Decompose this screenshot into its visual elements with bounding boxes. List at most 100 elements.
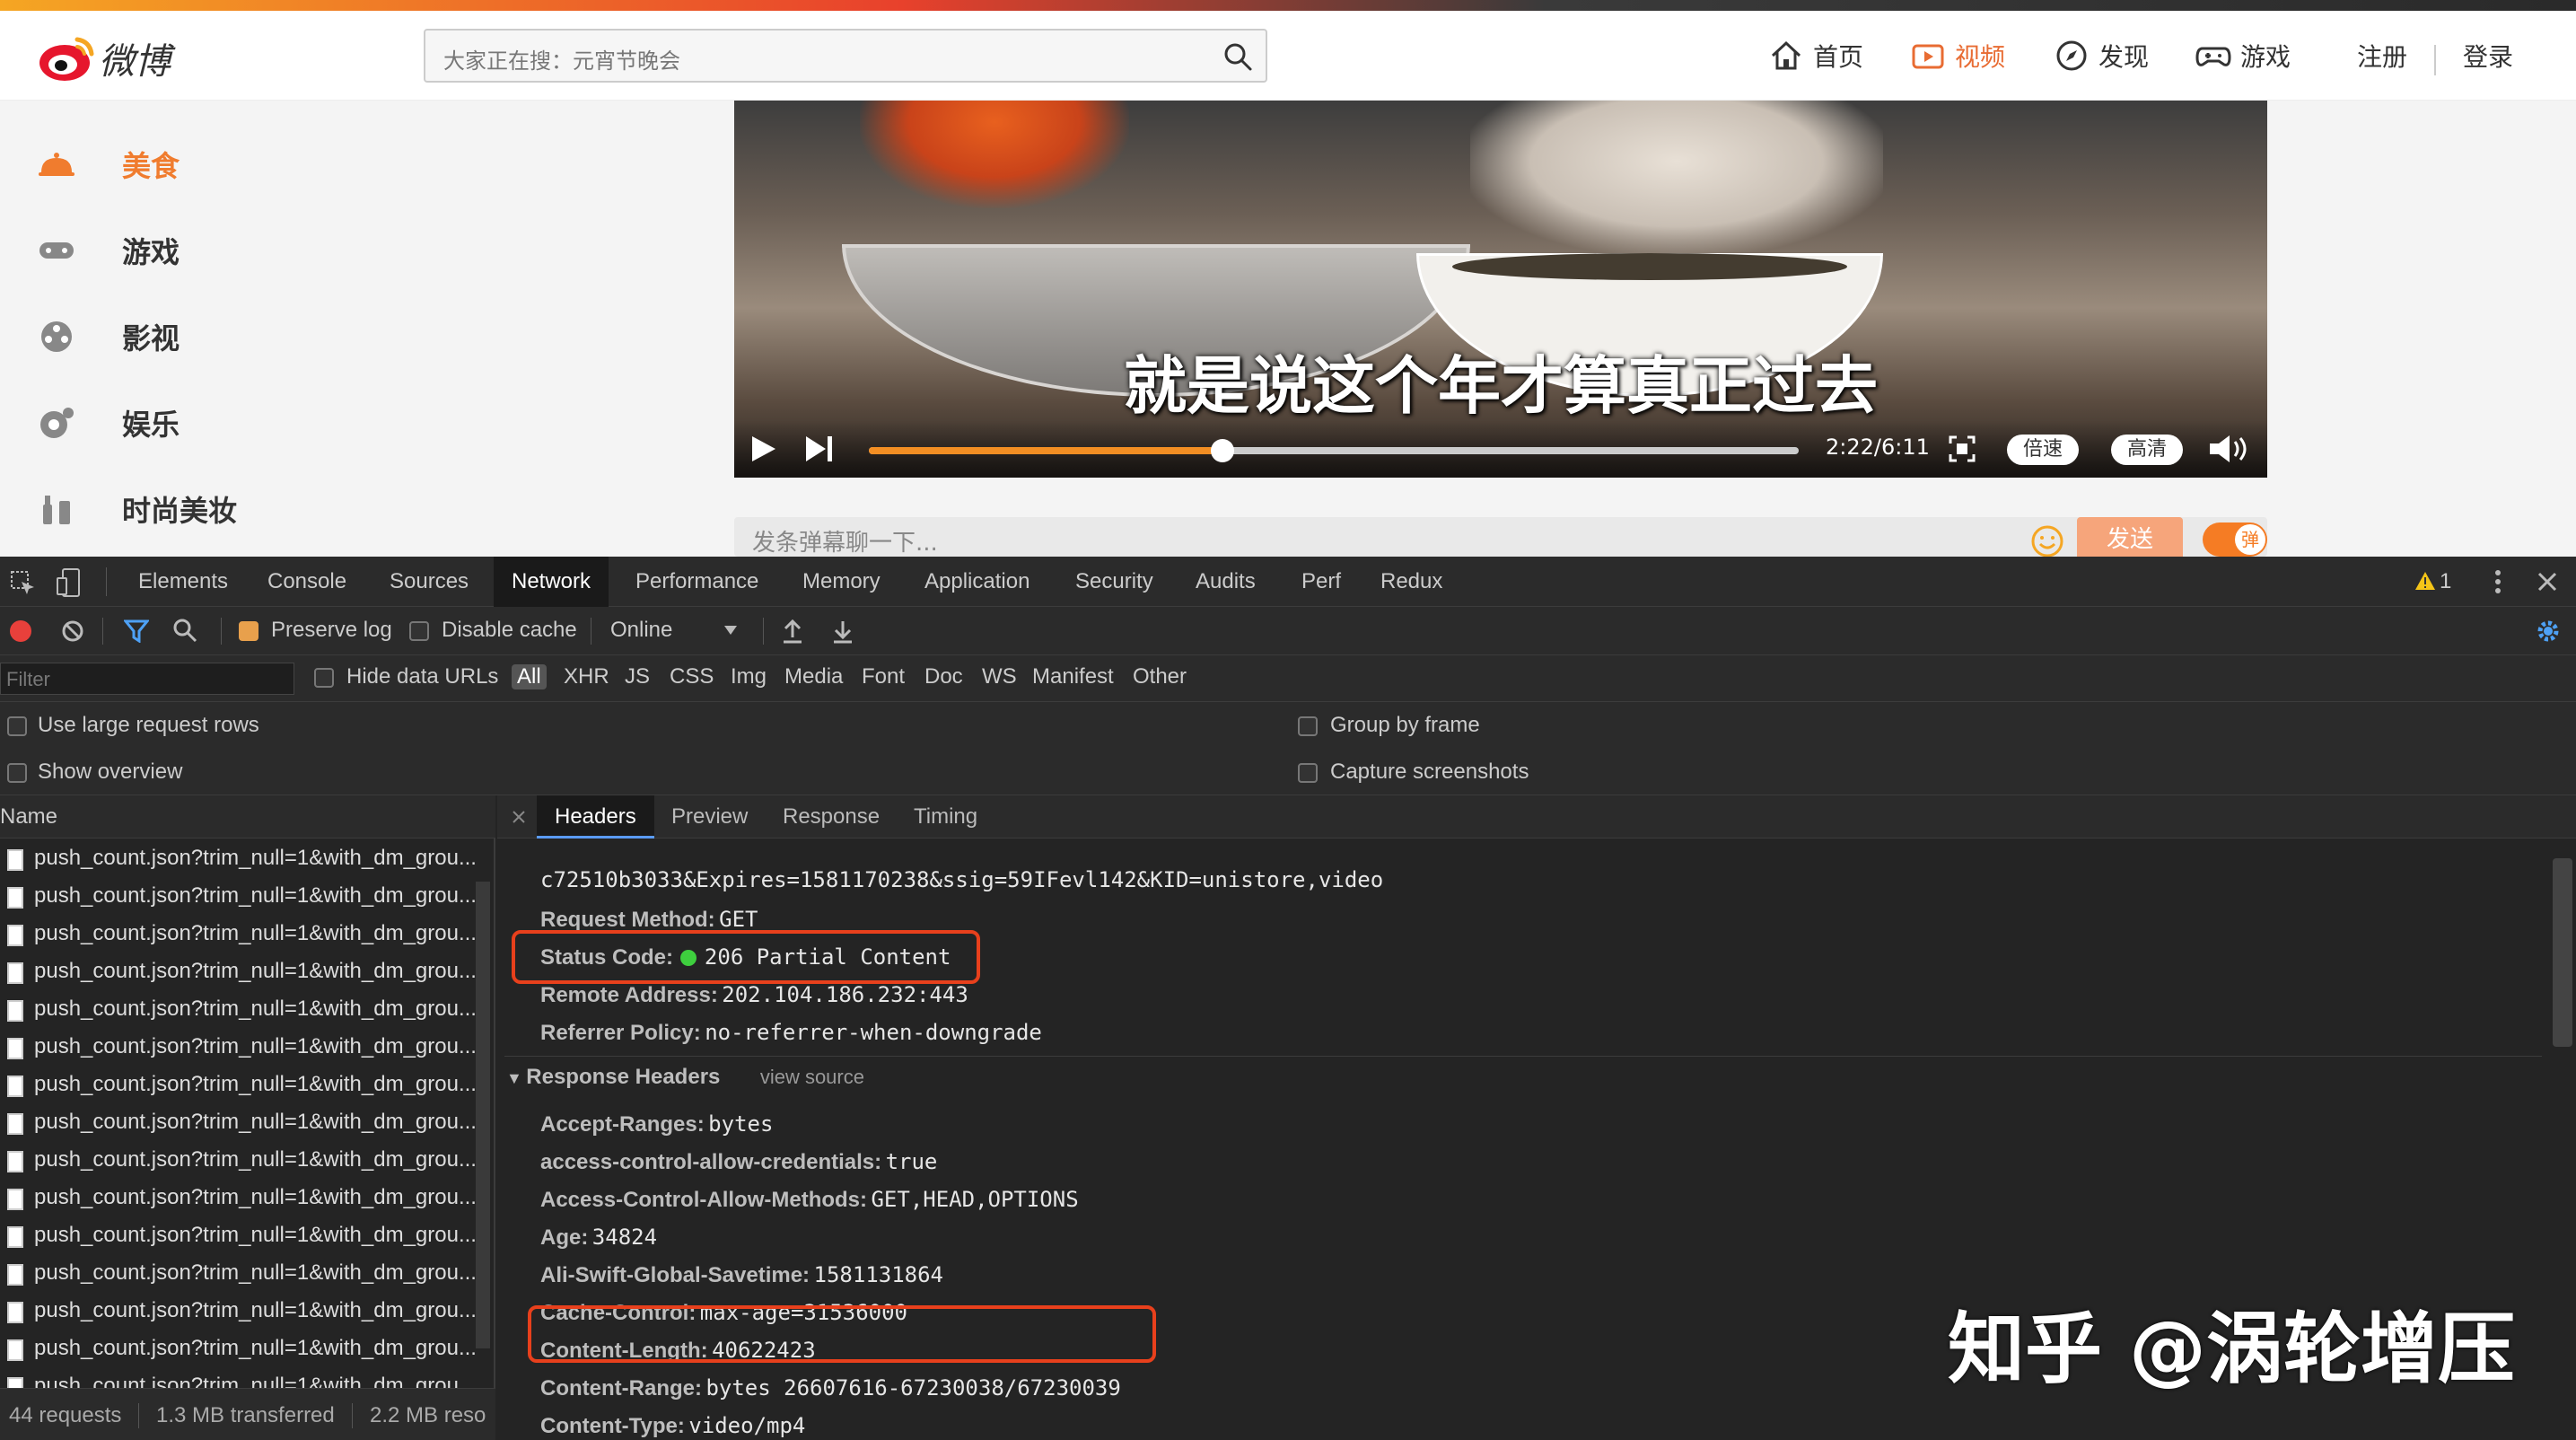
- throttling-select[interactable]: Online: [610, 618, 672, 643]
- table-row[interactable]: push_count.json?trim_null=1&with_dm_grou…: [0, 953, 485, 991]
- fullscreen-icon[interactable]: [1948, 435, 1976, 463]
- table-row[interactable]: push_count.json?trim_null=1&with_dm_grou…: [0, 991, 485, 1029]
- table-row[interactable]: push_count.json?trim_null=1&with_dm_grou…: [0, 878, 485, 916]
- search-input[interactable]: 大家正在搜：元宵节晚会: [443, 43, 680, 75]
- search-icon[interactable]: [1222, 41, 1253, 72]
- filter-input[interactable]: Filter: [0, 663, 294, 695]
- tab-performance[interactable]: Performance: [618, 557, 776, 607]
- table-row[interactable]: push_count.json?trim_null=1&with_dm_grou…: [0, 1180, 485, 1217]
- tab-preview[interactable]: Preview: [653, 795, 766, 839]
- type-filter-other[interactable]: Other: [1133, 664, 1187, 689]
- emoji-icon[interactable]: [2030, 524, 2064, 558]
- table-row[interactable]: push_count.json?trim_null=1&with_dm_grou…: [0, 1330, 485, 1368]
- record-icon[interactable]: [9, 619, 32, 643]
- table-row[interactable]: push_count.json?trim_null=1&with_dm_grou…: [0, 1067, 485, 1104]
- send-danmu-button[interactable]: 发送: [2077, 517, 2183, 562]
- inspect-element-icon[interactable]: [9, 569, 36, 596]
- scrollbar[interactable]: [476, 882, 490, 1348]
- close-icon[interactable]: [512, 810, 526, 824]
- tab-redux[interactable]: Redux: [1362, 557, 1460, 607]
- view-source-link[interactable]: view source: [760, 1066, 864, 1088]
- sidebar-item-label: 美食: [122, 149, 180, 183]
- sidebar-item-game[interactable]: 游戏: [36, 219, 180, 282]
- search-box[interactable]: 大家正在搜：元宵节晚会: [424, 29, 1267, 83]
- progress-handle[interactable]: [1210, 439, 1234, 462]
- nav-home[interactable]: 首页: [1768, 36, 1863, 75]
- table-row[interactable]: push_count.json?trim_null=1&with_dm_grou…: [0, 1293, 485, 1330]
- tab-timing[interactable]: Timing: [896, 795, 995, 839]
- table-row[interactable]: push_count.json?trim_null=1&with_dm_grou…: [0, 916, 485, 953]
- tab-perf[interactable]: Perf: [1284, 557, 1359, 607]
- progress-bar[interactable]: [869, 439, 1799, 462]
- play-icon[interactable]: [750, 435, 777, 463]
- video-player[interactable]: 就是说这个年才算真正过去 2:22/6:11 倍速 高清: [734, 101, 2267, 478]
- chevron-down-icon[interactable]: [723, 625, 738, 636]
- search-icon[interactable]: [172, 618, 197, 643]
- table-row[interactable]: push_count.json?trim_null=1&with_dm_grou…: [0, 1142, 485, 1180]
- tab-security[interactable]: Security: [1057, 557, 1171, 607]
- type-filter-all[interactable]: All: [512, 664, 547, 689]
- nav-register[interactable]: 注册: [2357, 36, 2407, 75]
- tab-elements[interactable]: Elements: [120, 557, 246, 607]
- more-options-icon[interactable]: [2492, 567, 2504, 596]
- zhihu-watermark: 知乎 @涡轮增压: [1948, 1304, 2515, 1394]
- disable-cache-checkbox[interactable]: [409, 621, 429, 641]
- group-by-frame-checkbox[interactable]: [1298, 716, 1318, 736]
- tab-headers[interactable]: Headers: [537, 795, 654, 839]
- show-overview-checkbox[interactable]: [7, 763, 27, 783]
- volume-icon[interactable]: [2206, 433, 2253, 465]
- device-toolbar-icon[interactable]: [56, 567, 83, 598]
- table-row[interactable]: push_count.json?trim_null=1&with_dm_grou…: [0, 1255, 485, 1293]
- header-key: Accept-Ranges:: [540, 1112, 705, 1137]
- preserve-log-checkbox[interactable]: [239, 621, 258, 641]
- header-row: Referrer Policy: no-referrer-when-downgr…: [540, 1020, 1042, 1056]
- next-icon[interactable]: [804, 435, 835, 463]
- tab-audits[interactable]: Audits: [1178, 557, 1274, 607]
- quality-button[interactable]: 高清: [2111, 435, 2184, 465]
- table-row[interactable]: push_count.json?trim_null=1&with_dm_grou…: [0, 1217, 485, 1255]
- tab-response[interactable]: Response: [765, 795, 898, 839]
- type-filter-css[interactable]: CSS: [670, 664, 714, 689]
- danmu-input[interactable]: 发条弹幕聊一下...: [752, 524, 938, 558]
- type-filter-ws[interactable]: WS: [982, 664, 1017, 689]
- sidebar-item-entertainment[interactable]: 娱乐: [36, 391, 180, 454]
- type-filter-img[interactable]: Img: [731, 664, 767, 689]
- table-row[interactable]: push_count.json?trim_null=1&with_dm_grou…: [0, 840, 485, 878]
- nav-game[interactable]: 游戏: [2195, 36, 2291, 75]
- tab-network[interactable]: Network: [494, 557, 609, 607]
- tab-memory[interactable]: Memory: [784, 557, 898, 607]
- column-name-header[interactable]: Name: [0, 804, 57, 830]
- nav-video[interactable]: 视频: [1910, 36, 2005, 75]
- tab-console[interactable]: Console: [250, 557, 364, 607]
- nav-discover[interactable]: 发现: [2054, 36, 2149, 75]
- sidebar-item-fashion[interactable]: 时尚美妆: [36, 478, 237, 540]
- speed-button[interactable]: 倍速: [2007, 435, 2080, 465]
- large-rows-checkbox[interactable]: [7, 716, 27, 736]
- type-filter-xhr[interactable]: XHR: [564, 664, 609, 689]
- table-row[interactable]: push_count.json?trim_null=1&with_dm_grou…: [0, 1029, 485, 1067]
- gear-icon[interactable]: [2535, 618, 2562, 645]
- danmu-toggle[interactable]: 弹: [2203, 522, 2267, 557]
- tab-sources[interactable]: Sources: [372, 557, 486, 607]
- hide-data-urls-checkbox[interactable]: [314, 668, 334, 688]
- warning-icon[interactable]: [2414, 571, 2436, 591]
- sidebar-item-food[interactable]: 美食: [36, 133, 180, 196]
- type-filter-manifest[interactable]: Manifest: [1032, 664, 1114, 689]
- export-har-icon[interactable]: [831, 618, 854, 645]
- import-har-icon[interactable]: [781, 618, 804, 645]
- capture-screenshots-checkbox[interactable]: [1298, 763, 1318, 783]
- nav-login[interactable]: 登录: [2463, 36, 2513, 75]
- clear-icon[interactable]: [61, 619, 84, 643]
- type-filter-js[interactable]: JS: [625, 664, 650, 689]
- close-icon[interactable]: [2537, 571, 2558, 593]
- tab-application[interactable]: Application: [907, 557, 1047, 607]
- warning-count[interactable]: 1: [2440, 569, 2451, 594]
- type-filter-doc[interactable]: Doc: [924, 664, 963, 689]
- filter-icon[interactable]: [124, 619, 149, 643]
- type-filter-font[interactable]: Font: [862, 664, 905, 689]
- scrollbar[interactable]: [2553, 858, 2572, 1047]
- table-row[interactable]: push_count.json?trim_null=1&with_dm_grou…: [0, 1104, 485, 1142]
- sidebar-item-film[interactable]: 影视: [36, 305, 180, 368]
- response-headers-section[interactable]: ▼ Response Headers view source: [506, 1065, 864, 1101]
- type-filter-media[interactable]: Media: [784, 664, 843, 689]
